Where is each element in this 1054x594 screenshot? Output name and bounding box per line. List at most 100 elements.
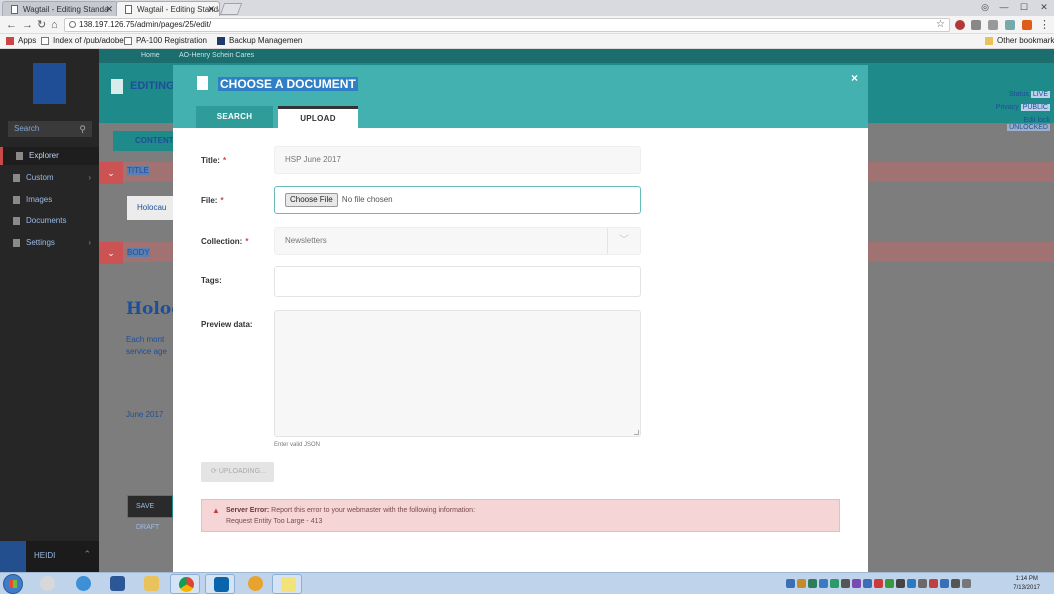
breadcrumb-home[interactable]: Home [141,49,160,63]
sidebar-item-images[interactable]: Images [0,191,99,209]
taskbar-app[interactable] [102,574,132,594]
bookmark-item[interactable]: Backup Managemen [217,34,302,48]
error-detail: Request Entity Too Large - 413 [226,518,323,525]
site-info-icon[interactable] [69,21,76,28]
browser-tab[interactable]: Wagtail - Editing Standa ✕ [2,1,118,16]
bookmark-item[interactable]: Index of /pub/adobe [41,34,124,48]
tray-icon[interactable] [808,579,817,588]
apps-grid-icon [6,37,14,45]
user-profile-icon[interactable]: ◎ [976,0,994,15]
url-field[interactable]: 138.197.126.75/admin/pages/25/edit/ ☆ [64,18,950,32]
taskbar-app[interactable] [272,574,302,594]
extension-icon[interactable] [988,20,998,30]
error-text: Report this error to your webmaster with… [271,507,476,514]
tab-upload[interactable]: UPLOAD [278,106,358,128]
tray-icon[interactable] [830,579,839,588]
sidebar-item-explorer[interactable]: Explorer [0,147,99,165]
save-draft-button[interactable]: SAVE DRAFT [127,495,173,531]
user-account-menu[interactable]: HEIDI ⌃ [0,541,99,572]
collapse-toggle[interactable]: ⌄ [99,242,123,264]
tray-icon[interactable] [841,579,850,588]
title-input[interactable]: Holocau [127,196,173,220]
close-tab-icon[interactable]: ✕ [105,4,113,15]
bookmark-apps[interactable]: Apps [6,34,36,48]
taskbar-app-chrome[interactable] [170,574,200,594]
menu-icon[interactable]: ⋮ [1039,18,1050,32]
other-bookmarks[interactable]: Other bookmarks [985,34,1054,48]
network-icon[interactable] [962,579,971,588]
sidebar-item-settings[interactable]: Settings › [0,234,99,252]
tab-content[interactable]: CONTENT [113,131,174,151]
taskbar-app[interactable] [240,574,270,594]
tray-icon[interactable] [907,579,916,588]
tray-icon[interactable] [929,579,938,588]
close-icon[interactable]: × [851,71,858,85]
sidebar-item-custom[interactable]: Custom › [0,169,99,187]
collection-select[interactable]: Newsletters ﹀ [274,227,641,255]
file-explorer-icon [144,576,159,591]
modal-header: CHOOSE A DOCUMENT × SEARCH UPLOAD [173,65,868,128]
tray-icon[interactable] [852,579,861,588]
window-controls: ◎ — ☐ ✕ [976,0,1054,15]
tray-icon[interactable] [918,579,927,588]
tray-icon[interactable] [885,579,894,588]
modal-title: CHOOSE A DOCUMENT [218,77,358,91]
taskbar-app[interactable] [136,574,166,594]
wagtail-logo[interactable] [33,63,66,104]
status-badge[interactable]: LIVE [1030,91,1050,98]
collapse-toggle[interactable]: ⌄ [99,162,123,184]
preview-data-textarea[interactable] [274,310,641,437]
extension-icon[interactable] [1005,20,1015,30]
close-tab-icon[interactable]: ✕ [207,4,215,15]
tray-icon[interactable] [786,579,795,588]
maximize-icon[interactable]: ☐ [1014,0,1034,15]
body-field-label: BODY [127,248,150,257]
minimize-icon[interactable]: — [994,0,1014,15]
upload-button[interactable]: ⟳ UPLOADING... [201,462,274,482]
close-window-icon[interactable]: ✕ [1034,0,1054,15]
breadcrumb-page[interactable]: AO-Henry Schein Cares [179,49,254,63]
office-extension-icon[interactable] [1022,20,1032,30]
home-icon[interactable]: ⌂ [51,18,58,32]
lock-badge[interactable]: UNLOCKED [1007,124,1050,131]
title-field-label: TITLE [127,166,149,175]
tray-icon[interactable] [797,579,806,588]
error-message: ▲ Server Error: Report this error to you… [201,499,840,532]
tray-icon[interactable] [819,579,828,588]
system-clock[interactable]: 1:14 PM 7/13/2017 [1013,575,1040,593]
search-input[interactable]: Search ⚲ [8,121,92,137]
taskbar-app[interactable] [32,574,62,594]
tab-search[interactable]: SEARCH [196,106,273,128]
resize-handle[interactable] [634,430,639,435]
image-icon [13,196,20,204]
bookmark-item[interactable]: PA-100 Registration [124,34,207,48]
taskbar-app-outlook[interactable] [205,574,235,594]
reload-icon[interactable]: ↻ [37,18,46,32]
breadcrumb: Home AO-Henry Schein Cares [99,49,1054,63]
choose-file-button[interactable]: Choose File [285,192,338,207]
tray-icon[interactable] [874,579,883,588]
tags-field[interactable] [274,266,641,297]
start-button[interactable] [3,574,23,594]
title-field[interactable]: HSP June 2017 [274,146,641,174]
spinner-icon: ⟳ [211,468,217,475]
forward-icon[interactable]: → [22,18,33,32]
bookmark-star-icon[interactable]: ☆ [936,19,945,31]
extension-icon[interactable] [971,20,981,30]
back-icon[interactable]: ← [6,18,17,32]
search-icon[interactable]: ⚲ [79,121,86,137]
browser-tab-active[interactable]: Wagtail - Editing Standa ✕ [116,1,220,16]
taskbar-app[interactable] [68,574,98,594]
volume-icon[interactable] [951,579,960,588]
extension-icon[interactable] [955,20,965,30]
page-icon [124,37,132,45]
sidebar-item-documents[interactable]: Documents [0,212,99,230]
preview-data-label: Preview data: [201,320,253,329]
new-tab-button[interactable] [219,3,243,15]
tray-icon[interactable] [940,579,949,588]
media-player-icon [40,576,55,591]
tray-icon[interactable] [863,579,872,588]
tray-icon[interactable] [896,579,905,588]
browser-tab-title: Wagtail - Editing Standa [23,5,109,14]
privacy-badge[interactable]: PUBLIC [1020,104,1050,111]
